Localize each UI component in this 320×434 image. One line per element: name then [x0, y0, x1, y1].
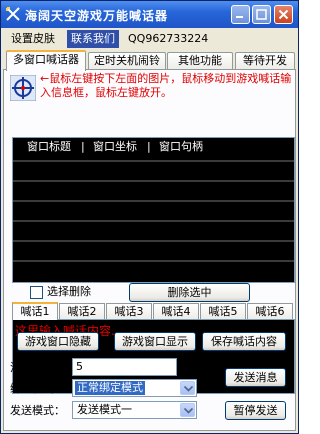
delete-selected-button[interactable]: 删除选中 [129, 283, 250, 302]
title-bar[interactable]: 海阔天空游戏万能喊话器 [1, 1, 298, 28]
tab-message-3[interactable]: 喊话3 [106, 303, 152, 320]
save-message-button[interactable]: 保存喊话内容 [202, 332, 286, 351]
delay-unit: 秒 [181, 361, 192, 374]
bind-mode-value: 正常绑定模式 [75, 381, 145, 395]
tab-message-6[interactable]: 喊话6 [247, 303, 293, 320]
chevron-down-icon [184, 386, 193, 392]
column-separator: | [81, 140, 85, 153]
maximize-button[interactable] [252, 5, 271, 24]
tab-panel: ←鼠标左键按下左面的图片，鼠标移动到游戏喊话输入信息框，鼠标左键放开。 窗口标题… [3, 69, 296, 431]
column-window-handle[interactable]: 窗口句柄 [159, 138, 203, 156]
table-row[interactable] [13, 220, 294, 222]
maximize-icon [256, 9, 267, 20]
dropdown-button[interactable] [180, 403, 195, 417]
app-window: 海阔天空游戏万能喊话器 设置皮肤 联系我们 QQ962733224 多窗口喊话器… [0, 0, 299, 434]
minimize-icon [236, 16, 243, 18]
column-window-coords[interactable]: 窗口坐标 [93, 138, 137, 156]
bind-mode-label: 绑定模式： [10, 382, 65, 395]
table-row[interactable] [13, 240, 294, 242]
tab-multi-window[interactable]: 多窗口喊话器 [6, 50, 86, 71]
tab-message-4[interactable]: 喊话4 [153, 303, 199, 320]
select-delete-label: 选择删除 [47, 285, 91, 298]
tab-message-2[interactable]: 喊话2 [59, 303, 105, 320]
bind-mode-select[interactable]: 正常绑定模式 [72, 379, 197, 397]
main-tabs: 多窗口喊话器 定时关机闹铃 其他功能 等待开发 [1, 50, 298, 71]
dropdown-button[interactable] [180, 381, 195, 395]
delay-label: 消息延迟： [10, 361, 65, 374]
checkbox-box[interactable] [30, 286, 43, 299]
table-row[interactable] [13, 260, 294, 262]
column-separator: | [147, 140, 151, 153]
close-icon [278, 9, 289, 20]
menu-contact-us[interactable]: 联系我们 [67, 30, 119, 48]
tab-message-1[interactable]: 喊话1 [12, 302, 58, 320]
crosshair-icon[interactable] [10, 75, 36, 101]
minimize-button[interactable] [231, 5, 250, 24]
send-mode-label: 发送模式： [10, 404, 65, 417]
tab-message-5[interactable]: 喊话5 [200, 303, 246, 320]
delay-input[interactable]: 5 [72, 358, 177, 376]
show-game-window-button[interactable]: 游戏窗口显示 [114, 332, 196, 351]
window-list[interactable]: 窗口标题 | 窗口坐标 | 窗口句柄 [12, 137, 295, 283]
swords-icon [6, 7, 20, 21]
table-row[interactable] [13, 200, 294, 202]
tab-other-functions[interactable]: 其他功能 [167, 52, 233, 70]
message-tabs: 喊话1 喊话2 喊话3 喊话4 喊话5 喊话6 [12, 302, 295, 320]
chevron-down-icon [184, 408, 193, 414]
hide-game-window-button[interactable]: 游戏窗口隐藏 [17, 332, 99, 351]
window-list-header: 窗口标题 | 窗口坐标 | 窗口句柄 [13, 138, 294, 156]
tab-pending[interactable]: 等待开发 [235, 52, 295, 70]
tab-timer-shutdown[interactable]: 定时关机闹铃 [88, 52, 166, 70]
drag-instruction: ←鼠标左键按下左面的图片，鼠标移动到游戏喊话输入信息框，鼠标左键放开。 [40, 72, 292, 99]
send-mode-value: 发送模式一 [77, 403, 132, 416]
send-mode-select[interactable]: 发送模式一 [72, 401, 197, 419]
table-row[interactable] [13, 160, 294, 162]
table-row[interactable] [13, 180, 294, 182]
send-message-button[interactable]: 发送消息 [225, 368, 286, 387]
column-window-title[interactable]: 窗口标题 [27, 138, 71, 156]
pause-send-button[interactable]: 暂停发送 [225, 401, 286, 420]
qq-number: QQ962733224 [128, 32, 209, 45]
window-title: 海阔天空游戏万能喊话器 [25, 9, 169, 23]
menu-skin-settings[interactable]: 设置皮肤 [7, 30, 59, 48]
close-button[interactable] [274, 5, 293, 24]
